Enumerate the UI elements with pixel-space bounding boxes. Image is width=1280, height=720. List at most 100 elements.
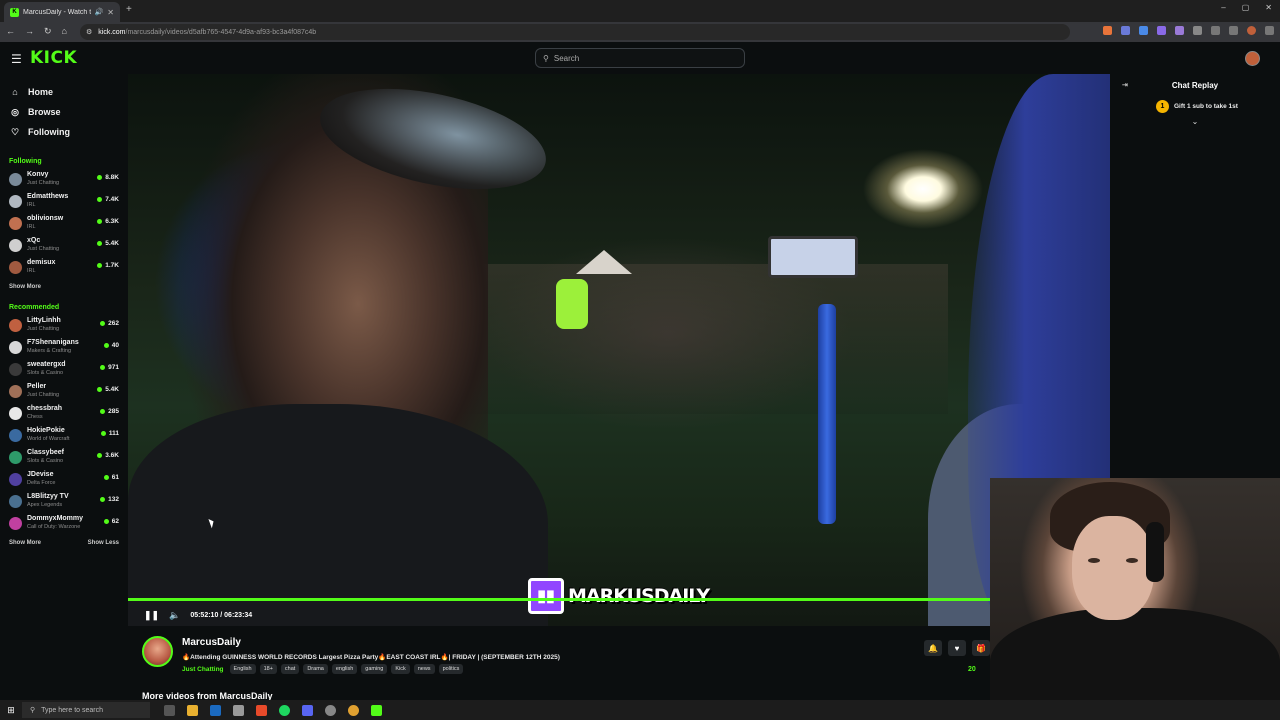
home-browser-icon[interactable]: ⌂	[62, 26, 67, 37]
url-field[interactable]: ⚙ kick.com/marcusdaily/videos/d5afb765-4…	[80, 24, 1070, 40]
extension-icon[interactable]	[1175, 26, 1184, 35]
viewer-count-partial: 20	[968, 666, 976, 673]
spotify-icon[interactable]	[279, 704, 290, 716]
extension-icon[interactable]	[1103, 26, 1112, 35]
viewer-count: 111	[100, 430, 119, 437]
stream-tag[interactable]: news	[413, 664, 435, 674]
forward-icon[interactable]: →	[25, 26, 34, 37]
stream-tag[interactable]: Drama	[303, 664, 328, 674]
channel-name: F7Shenanigans	[27, 339, 79, 346]
channel-item[interactable]: Classybeef Slots & Casino 3.6K	[0, 446, 128, 468]
channel-item[interactable]: chessbrah Chess 285	[0, 402, 128, 424]
channel-name: Konvy	[27, 171, 49, 178]
extension-icon[interactable]	[1157, 26, 1166, 35]
channel-category: Slots & Casino	[27, 458, 64, 464]
gift-sub-banner[interactable]: 1 Gift 1 sub to take 1st	[1110, 100, 1280, 113]
stream-tag[interactable]: Kick	[391, 664, 410, 674]
file-explorer-icon[interactable]	[187, 704, 198, 716]
show-more-button[interactable]: Show More	[9, 540, 41, 546]
search-input[interactable]: ⚲ Search	[535, 48, 745, 68]
menu-icon[interactable]	[1265, 26, 1274, 35]
stream-tag[interactable]: gaming	[361, 664, 388, 674]
close-window-button[interactable]: ✕	[1265, 3, 1272, 12]
task-view-icon[interactable]	[164, 704, 175, 716]
channel-name: chessbrah	[27, 405, 63, 412]
recommended-list: LittyLinhh Just Chatting 262 F7Shenanigans M…	[0, 314, 128, 534]
live-dot-icon	[100, 431, 106, 436]
channel-name: demisux	[27, 259, 56, 266]
stream-tag[interactable]: 18+	[259, 664, 277, 674]
streamer-name[interactable]: MarcusDaily	[182, 637, 241, 648]
viewer-count: 3.6K	[97, 452, 119, 459]
channel-category: IRL	[27, 224, 36, 230]
viewer-count: 8.8K	[97, 174, 119, 181]
notification-bell-icon[interactable]: 🔔	[924, 640, 942, 656]
sidebar-item-home[interactable]: ⌂ Home	[0, 82, 128, 102]
discord-icon[interactable]	[302, 704, 313, 716]
channel-item[interactable]: Peller Just Chatting 5.4K	[0, 380, 128, 402]
channel-item[interactable]: demisux IRL 1.7K	[0, 256, 128, 278]
stream-tag[interactable]: english	[331, 664, 358, 674]
video-player[interactable]: ▮▮ MARKUSDAILY ❚❚ 🔈 05:52:10 / 06:23:34 …	[128, 74, 1110, 626]
video-scene-crowd	[408, 264, 948, 414]
channel-item[interactable]: JDevise Delta Force 61	[0, 468, 128, 490]
taskbar-search-input[interactable]: ⚲ Type here to search	[22, 702, 150, 718]
channel-item[interactable]: Konvy Just Chatting 8.8K	[0, 168, 128, 190]
home-icon: ⌂	[12, 87, 18, 97]
channel-item[interactable]: HokiePokie World of Warcraft 111	[0, 424, 128, 446]
tab-close-icon[interactable]: ✕	[107, 8, 114, 17]
download-icon[interactable]	[1229, 26, 1238, 35]
channel-item[interactable]: Edmatthews IRL 7.4K	[0, 190, 128, 212]
brave-icon[interactable]	[256, 704, 267, 716]
chrome-icon[interactable]	[348, 704, 359, 716]
windows-start-icon[interactable]: ⊞	[0, 705, 22, 716]
follow-heart-icon[interactable]: ♥	[948, 640, 966, 656]
extension-icon[interactable]	[1121, 26, 1130, 35]
maximize-button[interactable]: ▢	[1242, 3, 1250, 12]
stream-tag[interactable]: politics	[438, 664, 464, 674]
user-avatar[interactable]	[1245, 51, 1260, 66]
channel-item[interactable]: DommyxMommy Call of Duty: Warzone 62	[0, 512, 128, 534]
pause-icon[interactable]: ❚❚	[144, 610, 159, 621]
volume-icon[interactable]: 🔈	[169, 610, 180, 621]
sidebar-item-following[interactable]: ♡ Following	[0, 122, 128, 142]
channel-avatar	[9, 428, 22, 442]
browser-tab[interactable]: K MarcusDaily - Watch the V 🔊 ✕	[4, 2, 120, 22]
channel-item[interactable]: L8Blitzyy TV Apex Legends 132	[0, 490, 128, 512]
puzzle-icon[interactable]	[1193, 26, 1202, 35]
streamer-avatar[interactable]	[142, 636, 173, 667]
extension-icon[interactable]	[1139, 26, 1148, 35]
profile-icon[interactable]	[1247, 26, 1256, 35]
show-less-button[interactable]: Show Less	[88, 540, 119, 546]
sidepanel-icon[interactable]	[1211, 26, 1220, 35]
chat-header: ⇥ Chat Replay	[1110, 74, 1280, 96]
back-icon[interactable]: ←	[6, 26, 15, 37]
chevron-down-icon[interactable]: ⌄	[1110, 117, 1280, 126]
site-info-icon[interactable]: ⚙	[86, 28, 92, 36]
collapse-chat-icon[interactable]: ⇥	[1122, 81, 1128, 89]
channel-item[interactable]: F7Shenanigans Makers & Crafting 40	[0, 336, 128, 358]
kick-app-icon[interactable]	[371, 704, 382, 716]
browser-nav: ← → ↻ ⌂	[6, 26, 67, 37]
app-icon[interactable]	[325, 704, 336, 716]
kick-logo[interactable]: KICK	[30, 48, 77, 68]
audio-icon[interactable]: 🔊	[95, 8, 104, 16]
channel-item[interactable]: oblivionsw IRL 6.3K	[0, 212, 128, 234]
reload-icon[interactable]: ↻	[44, 26, 52, 37]
show-more-button[interactable]: Show More	[9, 284, 41, 290]
stream-category[interactable]: Just Chatting	[182, 666, 224, 673]
stream-tag[interactable]: English	[229, 664, 256, 674]
steam-icon[interactable]	[210, 704, 221, 716]
stream-tag[interactable]: chat	[280, 664, 300, 674]
sidebar-item-browse[interactable]: ◎ Browse	[0, 102, 128, 122]
channel-item[interactable]: sweatergxd Slots & Casino 971	[0, 358, 128, 380]
minimize-button[interactable]: –	[1221, 3, 1225, 12]
video-progress-bar[interactable]	[128, 598, 1032, 601]
hamburger-icon[interactable]: ☰	[11, 52, 22, 66]
live-dot-icon	[103, 475, 109, 480]
settings-icon[interactable]	[233, 704, 244, 716]
gift-icon[interactable]: 🎁	[972, 640, 990, 656]
new-tab-button[interactable]: +	[126, 4, 132, 15]
channel-item[interactable]: LittyLinhh Just Chatting 262	[0, 314, 128, 336]
channel-item[interactable]: xQc Just Chatting 5.4K	[0, 234, 128, 256]
